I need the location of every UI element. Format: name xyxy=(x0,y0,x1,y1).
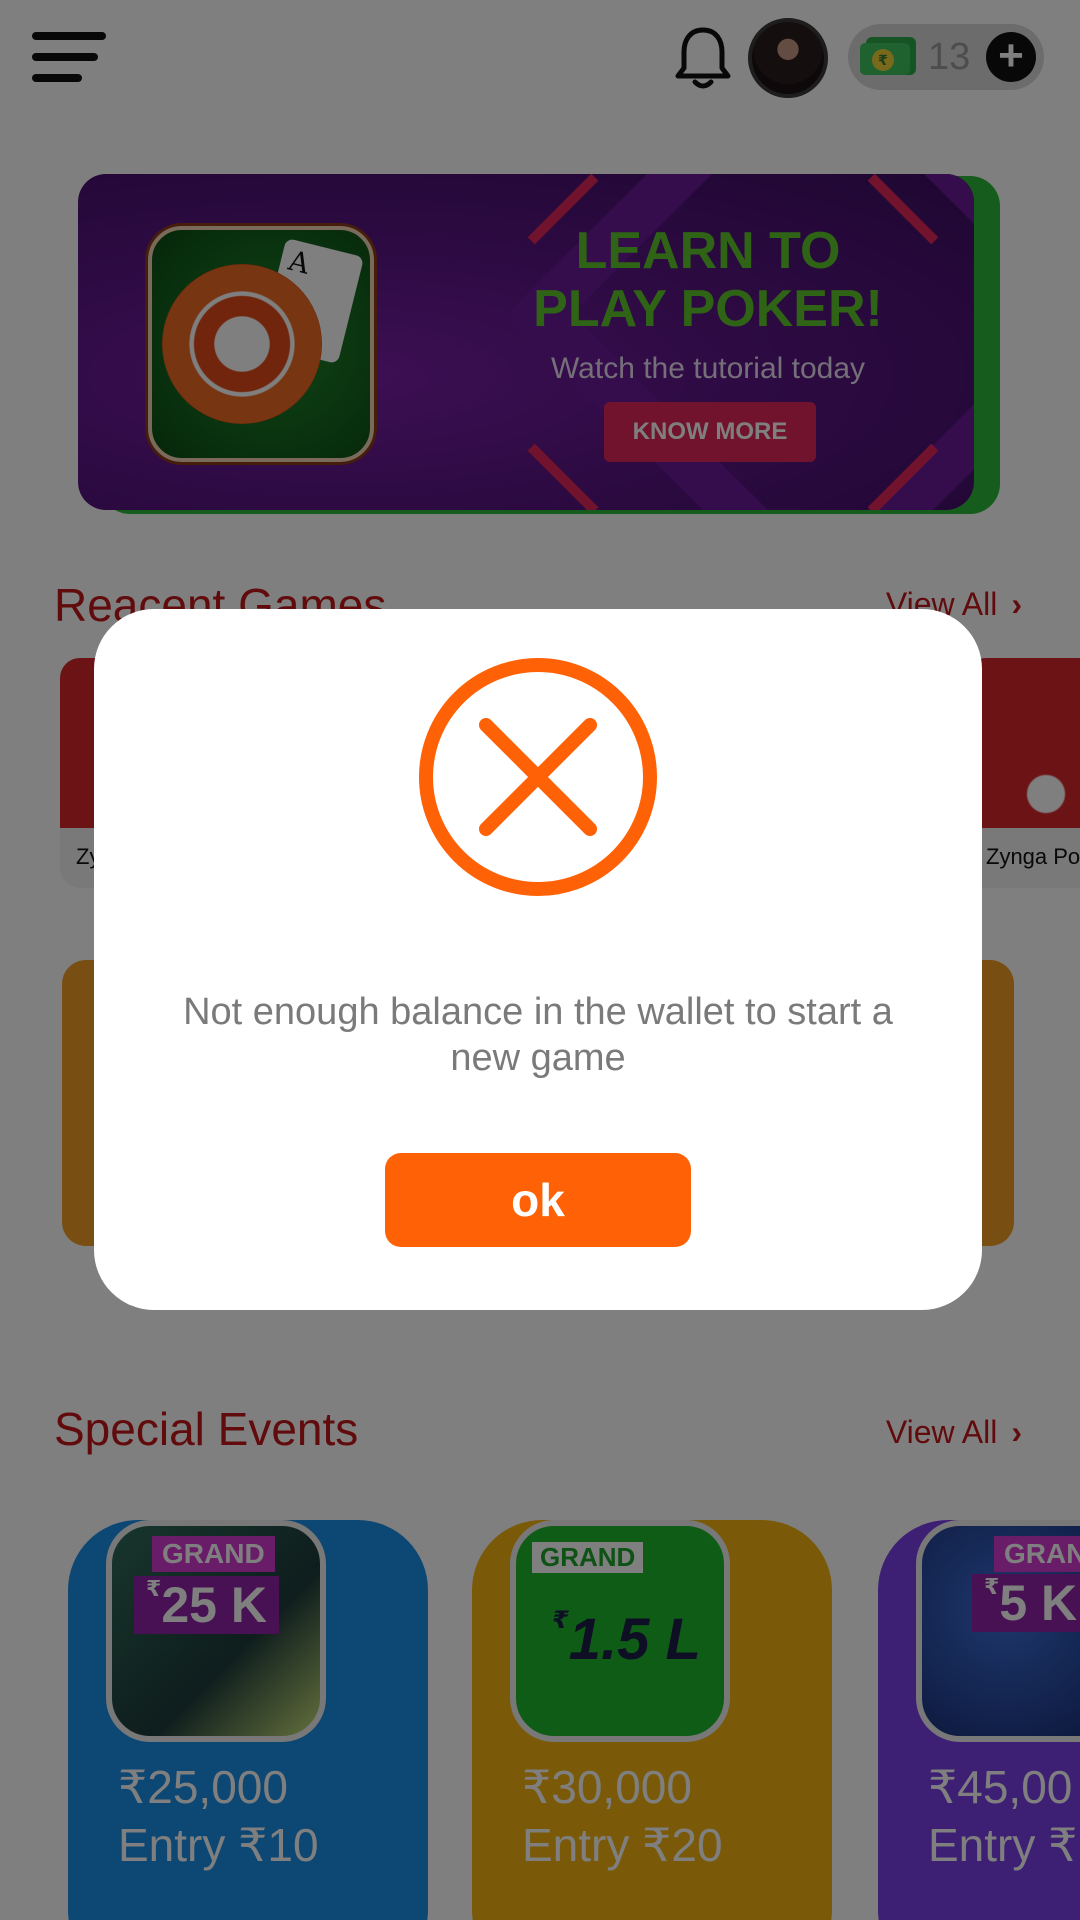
dialog-message: Not enough balance in the wallet to star… xyxy=(183,991,893,1079)
ok-button[interactable]: ok xyxy=(385,1153,691,1247)
error-x-circle-icon xyxy=(419,658,657,896)
home-screen: ₹ 13 + A LEARN TO PLAY POKER! Watch the … xyxy=(0,0,1080,1920)
insufficient-balance-dialog: Not enough balance in the wallet to star… xyxy=(94,609,982,1310)
